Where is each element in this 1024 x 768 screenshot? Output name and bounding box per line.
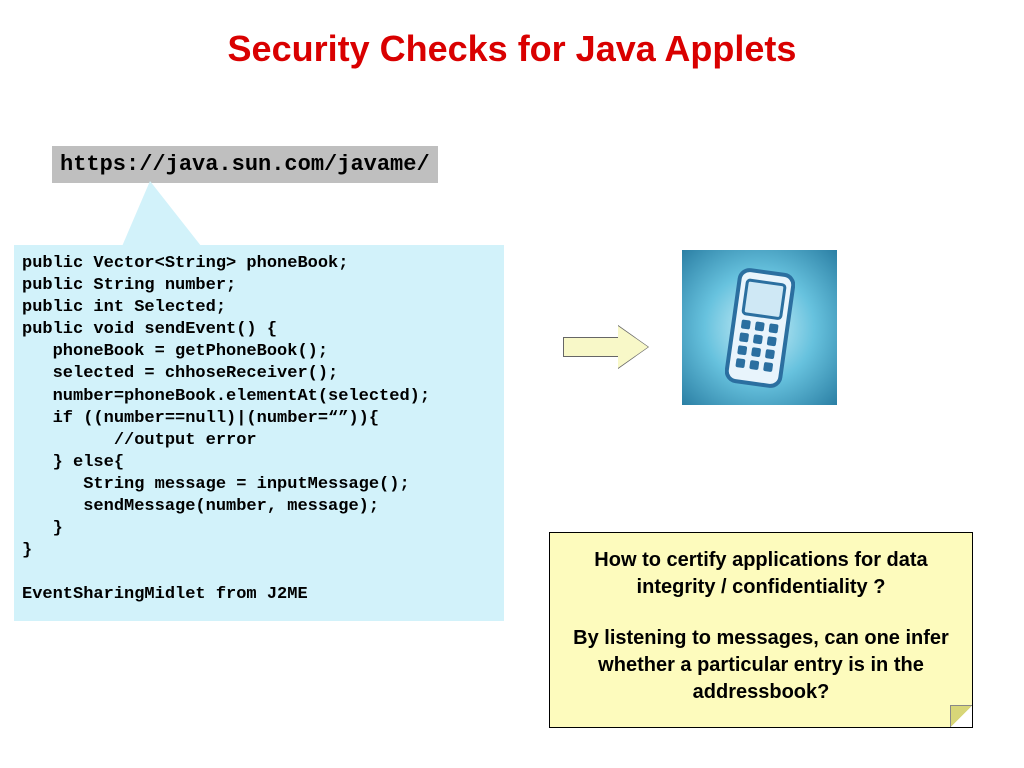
note-line-2: By listening to messages, can one infer … [568,625,954,706]
slide-title: Security Checks for Java Applets [0,28,1024,70]
code-block: public Vector<String> phoneBook; public … [14,245,504,621]
url-bar: https://java.sun.com/javame/ [52,146,438,183]
callout-pointer [120,181,205,251]
note-line-1: How to certify applications for data int… [568,547,954,601]
arrow-right-icon [563,326,649,368]
question-note: How to certify applications for data int… [549,532,973,728]
page-corner-fold-icon [950,705,972,727]
phone-image [682,250,837,405]
